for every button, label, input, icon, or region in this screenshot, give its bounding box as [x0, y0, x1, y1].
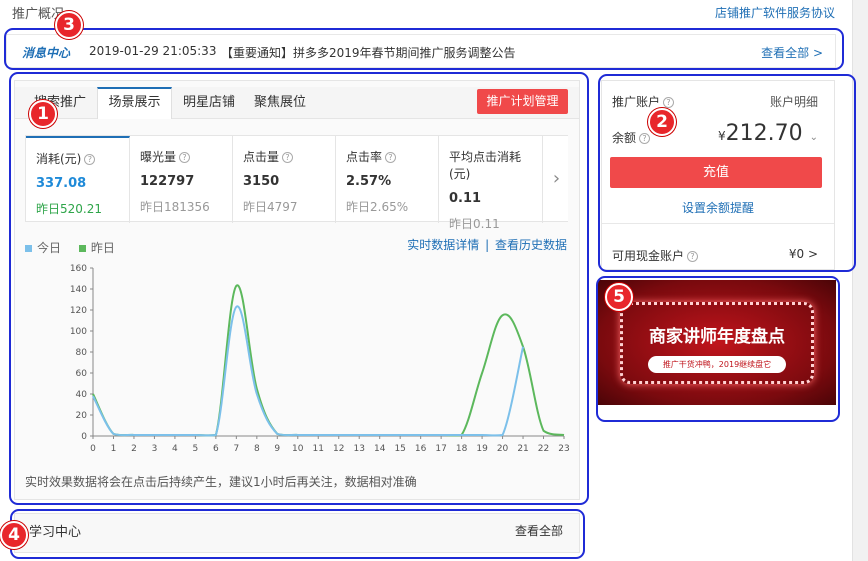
- service-agreement-link[interactable]: 店铺推广软件服务协议: [715, 4, 835, 21]
- marker-2: 2: [648, 108, 676, 136]
- annotation-box-main: [9, 72, 589, 505]
- marker-3: 3: [55, 11, 83, 39]
- marker-1: 1: [29, 100, 57, 128]
- annotation-box-account: [598, 74, 856, 272]
- annotation-box-learning: [10, 509, 585, 559]
- annotation-box-notice: [4, 28, 844, 70]
- marker-4: 4: [0, 521, 28, 549]
- marker-5: 5: [605, 283, 633, 311]
